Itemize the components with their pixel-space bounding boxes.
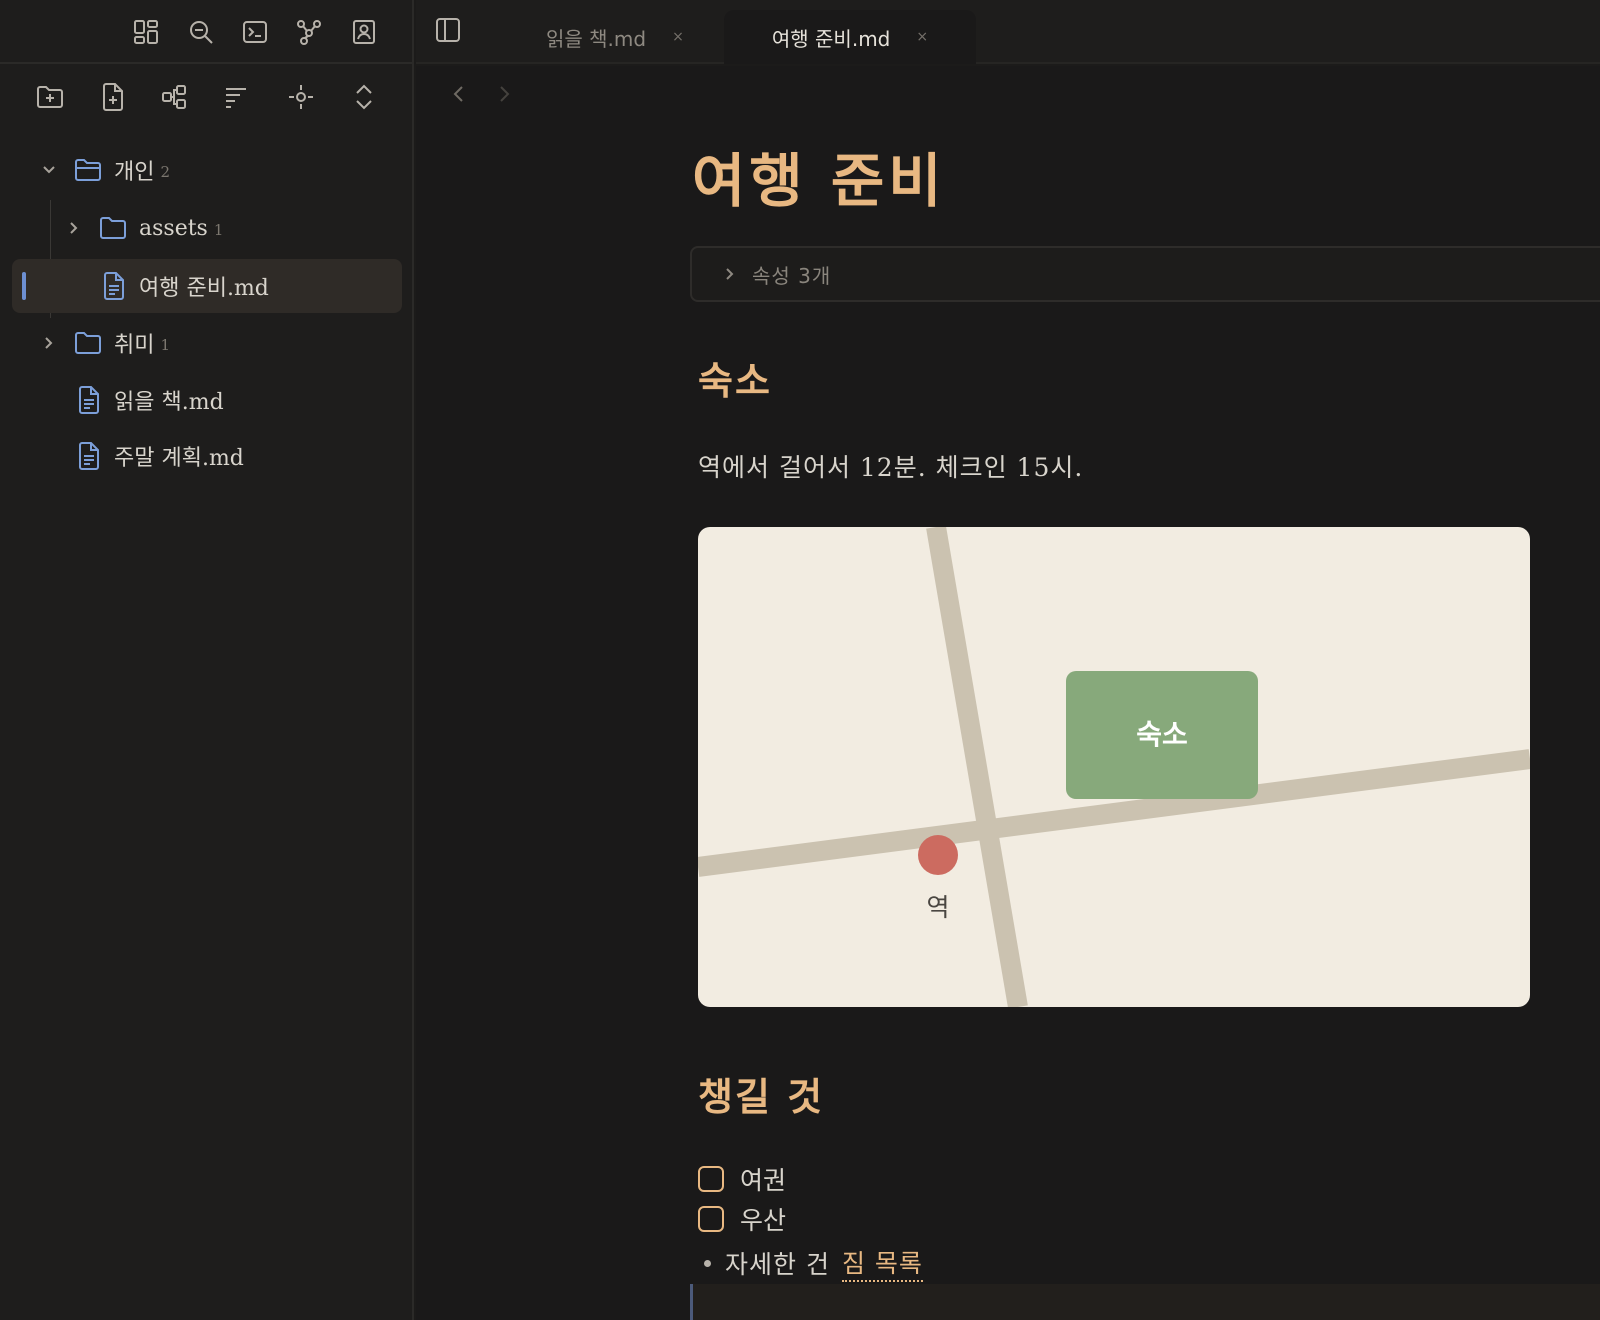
tree-folder-count: 1 (160, 336, 171, 354)
tree-file-reading[interactable]: 읽을 책.md (76, 373, 224, 427)
new-note-icon[interactable] (97, 81, 129, 113)
tree-folder-count: 2 (160, 163, 171, 181)
tree-folder-label: 취미 (114, 333, 155, 358)
map-image: 숙소 역 (698, 527, 1530, 1007)
heading-lodging: 숙소 (698, 358, 772, 403)
tab-reading[interactable]: 읽을 책.md × (546, 10, 684, 64)
task-label: 우산 (740, 1206, 787, 1235)
paragraph: 역에서 걸어서 12분. 체크인 15시. (698, 453, 1084, 482)
reveal-icon[interactable] (285, 81, 317, 113)
tab-travel-prep[interactable]: 여행 준비.md × (724, 10, 976, 64)
heading-packing: 챙길 것 (698, 1074, 825, 1119)
tree-folder-hobby[interactable]: 취미 1 (45, 316, 171, 370)
contact-icon[interactable] (348, 16, 380, 48)
sidebar-toggle-icon[interactable] (434, 16, 466, 48)
task-item: 우산 (698, 1201, 786, 1237)
file-icon (79, 442, 99, 470)
tab-close-icon[interactable]: × (916, 29, 928, 45)
tree-folder-personal[interactable]: 개인 2 (43, 143, 171, 197)
list-item: 자세한 건 짐 목록 (698, 1244, 923, 1282)
tree-folder-label: 개인 (114, 160, 155, 185)
tree-folder-label: assets (139, 215, 208, 241)
map-road-vertical (926, 527, 1028, 1007)
folder-icon (75, 332, 101, 354)
back-icon[interactable] (447, 82, 471, 106)
tab-label: 여행 준비.md (771, 26, 891, 51)
file-icon (104, 272, 124, 300)
tree-file-label: 여행 준비.md (139, 276, 269, 301)
new-folder-icon[interactable] (34, 81, 66, 113)
sort-icon[interactable] (220, 81, 252, 113)
chevron-down-icon[interactable] (40, 161, 58, 179)
terminal-icon[interactable] (239, 16, 271, 48)
bullet-text: 자세한 건 (725, 1250, 830, 1279)
active-file-marker (22, 272, 26, 300)
canvas-icon[interactable] (159, 81, 191, 113)
properties-panel[interactable]: 속성 3개 (690, 246, 1600, 302)
dashboard-icon[interactable] (130, 16, 162, 48)
forward-icon[interactable] (492, 82, 516, 106)
internal-link[interactable]: 짐 목록 (841, 1244, 923, 1282)
map-station-marker (918, 835, 958, 875)
properties-label: 속성 3개 (752, 263, 832, 288)
sidebar: 개인 2 assets 1 여행 준비.md 취미 1 읽을 책.md 주말 계… (0, 0, 414, 1320)
tab-close-icon[interactable]: × (672, 29, 684, 45)
tab-label: 읽을 책.md (546, 26, 647, 51)
note-title[interactable]: 여행 준비 (692, 134, 946, 218)
map-station-label: 역 (926, 893, 949, 922)
checkbox[interactable] (698, 1206, 724, 1232)
task-label: 여권 (740, 1166, 787, 1195)
active-line[interactable] (690, 1284, 1600, 1320)
tab-bar: 읽을 책.md × 여행 준비.md × (416, 0, 1600, 64)
chevron-right-icon[interactable] (65, 219, 83, 237)
folder-icon (100, 217, 126, 239)
tree-folder-assets[interactable]: assets 1 (70, 201, 224, 255)
map-lodging-label: 숙소 (1136, 718, 1188, 751)
tree-file-label: 읽을 책.md (114, 390, 224, 415)
task-item: 여권 (698, 1161, 786, 1197)
tree-folder-count: 1 (213, 221, 224, 239)
file-icon (79, 386, 99, 414)
graph-icon[interactable] (293, 16, 325, 48)
bullet-dot (704, 1259, 711, 1267)
collapse-icon[interactable] (348, 81, 380, 113)
sidebar-ribbon (0, 0, 414, 64)
tree-file-weekend[interactable]: 주말 계획.md (76, 429, 244, 483)
search-icon[interactable] (185, 16, 217, 48)
chevron-right-icon[interactable] (40, 334, 58, 352)
checkbox[interactable] (698, 1166, 724, 1192)
folder-open-icon (75, 159, 101, 181)
chevron-right-icon[interactable] (722, 266, 738, 282)
tree-file-travel-prep[interactable]: 여행 준비.md (101, 259, 269, 313)
tree-file-label: 주말 계획.md (114, 446, 244, 471)
